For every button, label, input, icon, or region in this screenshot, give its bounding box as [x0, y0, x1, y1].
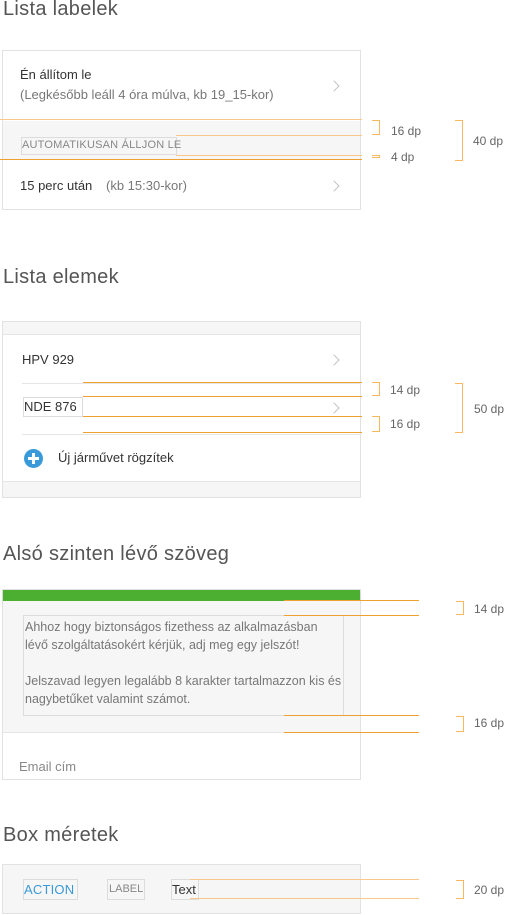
measure-bracket [456, 601, 464, 615]
add-vehicle-button[interactable]: Új járművet rögzítek [3, 435, 360, 481]
measure-label: 20 dp [474, 883, 505, 897]
measure-label: 40 dp [473, 134, 504, 148]
action-button[interactable]: ACTION [24, 882, 74, 897]
measure-label: 14 dp [474, 602, 505, 616]
measure-line [83, 416, 362, 417]
label-sample: LABEL [109, 883, 144, 895]
measure-line [190, 898, 419, 899]
list-item-vehicle[interactable]: NDE 876 [3, 384, 360, 434]
list-items-card: HPV 929 NDE 876 Új járművet rögzítek [2, 321, 361, 498]
text-sample: Text [172, 882, 196, 897]
measure-label: 16 dp [391, 124, 422, 138]
box-sizes-card: ACTION LABEL Text [2, 864, 361, 914]
item-subtitle: (Legkésőbb leáll 4 óra múlva, kb 19_15-k… [20, 87, 274, 102]
measure-label: 50 dp [474, 402, 505, 416]
measure-label: 16 dp [474, 716, 505, 730]
section-title-list-labels: Lista labelek [3, 0, 119, 20]
section-label-row: AUTOMATIKUSAN ÁLLJON LE [3, 121, 360, 159]
email-placeholder: Email cím [19, 759, 77, 774]
email-field[interactable]: Email cím [3, 734, 360, 779]
measure-line [284, 615, 419, 616]
list-item-manual-stop[interactable]: Én állítom le (Legkésőbb leáll 4 óra múl… [3, 51, 360, 121]
vehicle-plate: NDE 876 [24, 399, 77, 414]
plus-circle-icon [24, 449, 43, 468]
measure-line [0, 119, 362, 120]
section-title-bottom-text: Alsó szinten lévő szöveg [3, 543, 230, 565]
measure-line [83, 382, 362, 383]
measure-bracket [372, 382, 380, 396]
measure-bracket [455, 120, 463, 161]
item-title: 15 perc után [20, 178, 93, 193]
measure-line [190, 879, 419, 880]
add-vehicle-label: Új járművet rögzítek [58, 450, 174, 465]
list-labels-card: Én állítom le (Legkésőbb leáll 4 óra múl… [2, 50, 361, 210]
measure-bracket [372, 416, 380, 432]
measure-bracket [372, 155, 380, 158]
item-title: Én állítom le [20, 67, 92, 82]
measure-line [284, 600, 419, 601]
measure-line [83, 396, 362, 397]
measure-line [284, 732, 419, 733]
measure-line [83, 432, 362, 433]
bottom-text-card: Ahhoz hogy biztonságos fizethess az alka… [2, 589, 361, 780]
chevron-right-icon [328, 402, 340, 414]
list-body: HPV 929 NDE 876 Új járművet rögzítek [3, 334, 360, 482]
info-panel: Ahhoz hogy biztonságos fizethess az alka… [3, 601, 360, 733]
measure-bracket [456, 716, 464, 732]
chevron-right-icon [328, 180, 340, 192]
list-item-15-min[interactable]: 15 perc után (kb 15:30-kor) [3, 161, 360, 209]
item-subtitle: (kb 15:30-kor) [106, 178, 187, 193]
measure-line [0, 159, 362, 160]
measure-bracket [455, 383, 463, 433]
measure-line [176, 135, 362, 136]
section-title-list-items: Lista elemek [3, 266, 119, 288]
chevron-right-icon [328, 354, 340, 366]
measure-label: 14 dp [390, 383, 421, 397]
measure-bracket [456, 880, 464, 899]
measure-line [176, 155, 362, 156]
measure-bracket [372, 120, 380, 135]
chevron-right-icon [328, 80, 340, 92]
section-title-box-sizes: Box méretek [3, 824, 119, 846]
info-paragraph-1: Ahhoz hogy biztonságos fizethess az alka… [25, 620, 318, 652]
measure-line [284, 715, 419, 716]
measure-label: 16 dp [390, 417, 421, 431]
info-paragraph-2: Jelszavad legyen legalább 8 karakter tar… [25, 674, 342, 706]
section-label: AUTOMATIKUSAN ÁLLJON LE [22, 139, 182, 151]
vehicle-plate: HPV 929 [22, 352, 75, 367]
list-item-vehicle[interactable]: HPV 929 [3, 335, 360, 383]
measure-label: 4 dp [391, 150, 415, 164]
